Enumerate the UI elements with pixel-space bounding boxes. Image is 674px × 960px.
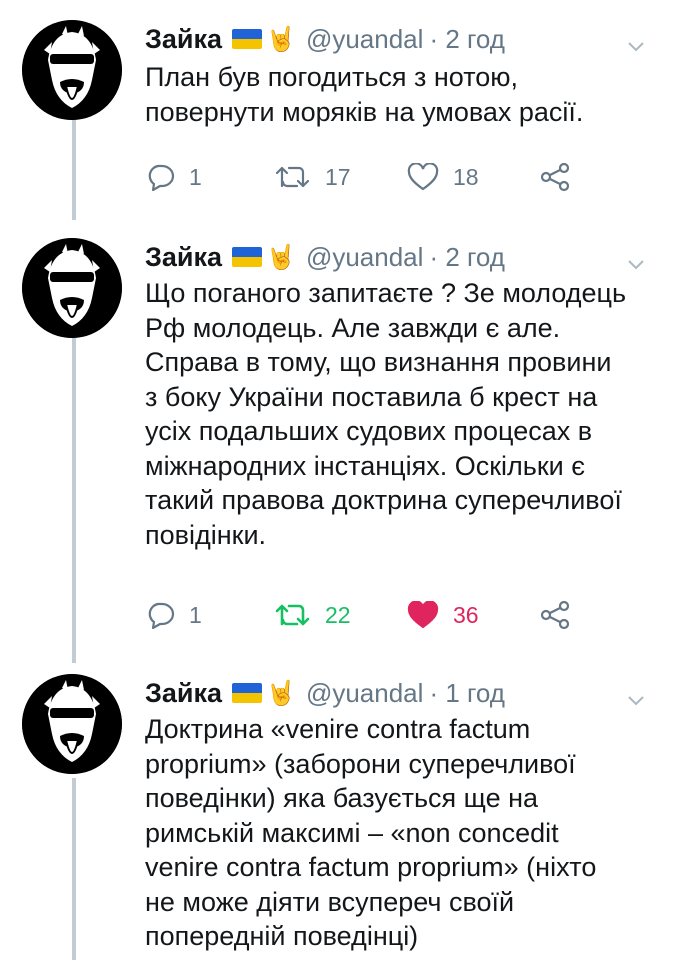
rock-hand-icon: 🤘: [266, 679, 296, 707]
share-button[interactable]: [538, 595, 572, 635]
share-icon: [540, 162, 570, 192]
chevron-down-icon[interactable]: [628, 260, 644, 270]
tweet-text: Доктрина «venire contra factum proprium»…: [145, 714, 597, 951]
tweet-text: План був погодиться з нотою, повернути м…: [145, 62, 584, 127]
tweet-header: Зайка 🤘 @yuandal · 2 год: [145, 238, 505, 276]
reply-icon: [148, 602, 175, 629]
author-name[interactable]: Зайка: [145, 678, 222, 709]
timestamp[interactable]: · 1 год: [429, 678, 505, 709]
chevron-down-icon[interactable]: [628, 696, 644, 706]
reply-count: 1: [189, 601, 202, 628]
tweet-header: Зайка 🤘 @yuandal · 2 год: [145, 20, 505, 58]
like-button[interactable]: 18: [407, 157, 479, 197]
avatar[interactable]: [22, 238, 122, 338]
author-name[interactable]: Зайка: [145, 242, 222, 273]
rock-hand-icon: 🤘: [266, 243, 296, 271]
chevron-down-icon[interactable]: [628, 42, 644, 52]
ukraine-flag-icon: [232, 683, 263, 703]
author-handle[interactable]: @yuandal: [306, 24, 423, 55]
tweet-header: Зайка 🤘 @yuandal · 1 год: [145, 674, 505, 712]
tweet-text: Що поганого запитаєте ? Зе молодець Рф м…: [145, 278, 627, 550]
author-handle[interactable]: @yuandal: [306, 678, 423, 709]
like-count: 36: [453, 601, 479, 628]
author-name[interactable]: Зайка: [145, 24, 222, 55]
like-count: 18: [453, 163, 479, 190]
thread-line: [72, 120, 76, 220]
retweet-button[interactable]: 22: [275, 595, 351, 635]
ukraine-flag-icon: [232, 247, 263, 267]
avatar[interactable]: [22, 674, 122, 774]
thread-line: [72, 338, 76, 663]
retweet-count: 22: [325, 601, 351, 628]
reply-icon: [148, 164, 175, 191]
share-button[interactable]: [538, 157, 572, 197]
heart-icon: [407, 601, 439, 629]
reply-button[interactable]: 1: [145, 157, 202, 197]
heart-icon: [407, 163, 439, 191]
rock-hand-icon: 🤘: [266, 25, 296, 53]
retweet-button[interactable]: 17: [275, 157, 351, 197]
avatar[interactable]: [22, 20, 122, 120]
reply-count: 1: [189, 163, 202, 190]
timestamp[interactable]: · 2 год: [429, 242, 505, 273]
retweet-icon: [275, 604, 310, 626]
ukraine-flag-icon: [232, 29, 263, 49]
share-icon: [540, 600, 570, 630]
reply-button[interactable]: 1: [145, 595, 202, 635]
retweet-icon: [275, 166, 310, 188]
author-handle[interactable]: @yuandal: [306, 242, 423, 273]
tweet-actions: 1 17 18: [145, 157, 645, 197]
tweet-actions: 1 22 36: [145, 595, 645, 635]
timestamp[interactable]: · 2 год: [429, 24, 505, 55]
like-button[interactable]: 36: [407, 595, 479, 635]
thread-line: [72, 778, 76, 960]
retweet-count: 17: [325, 163, 351, 190]
